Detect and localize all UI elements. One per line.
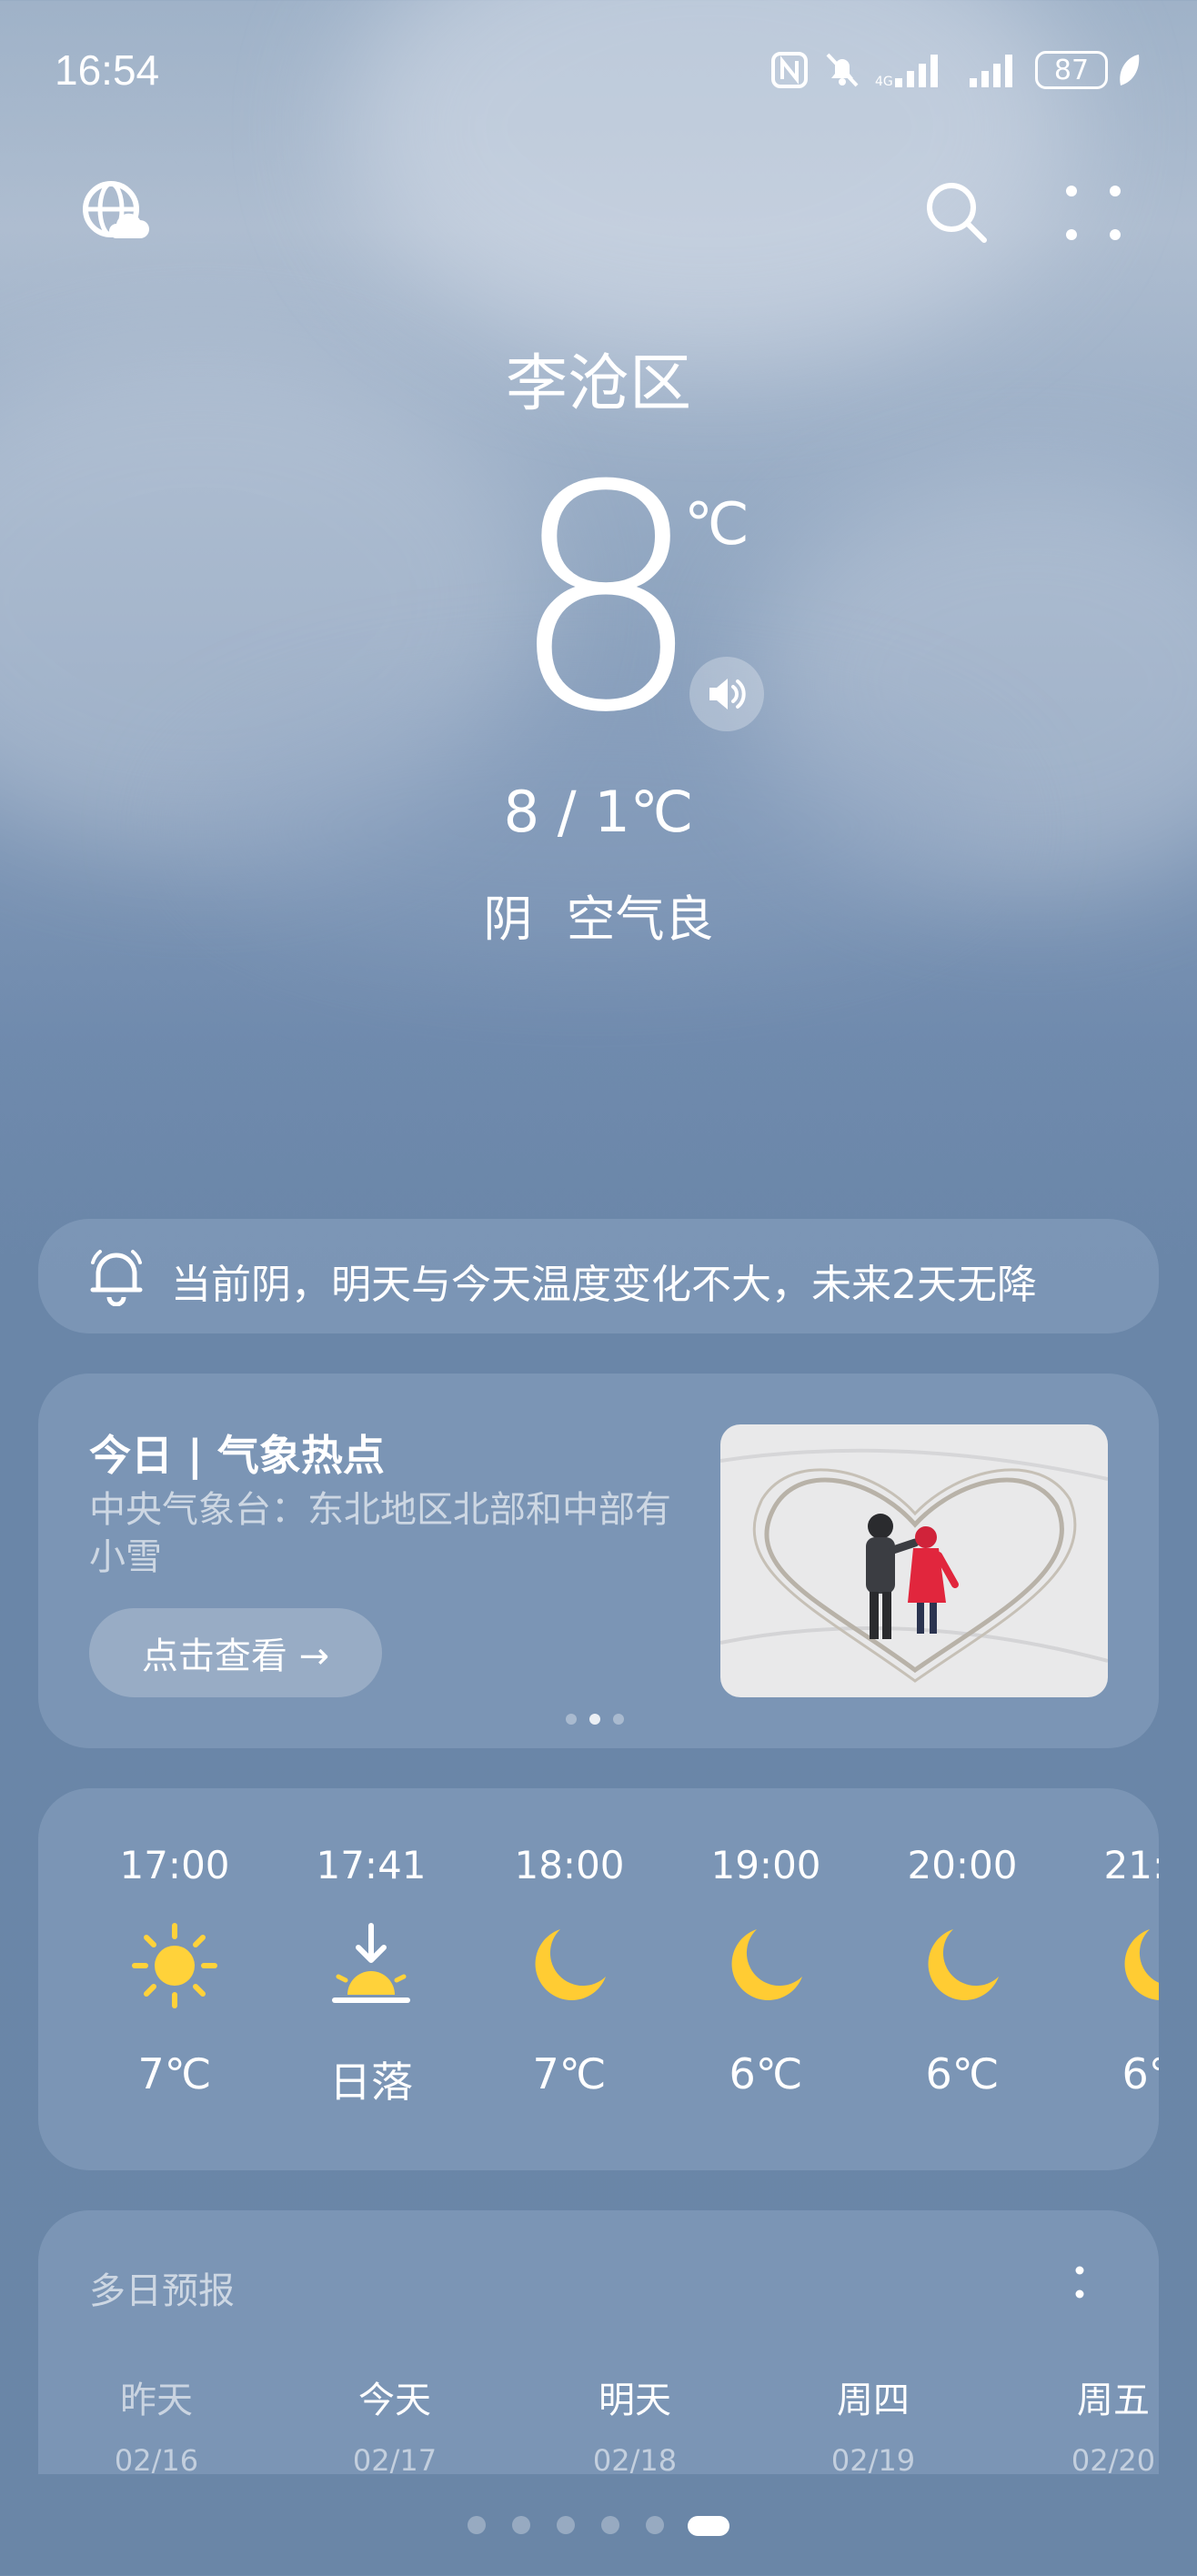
- hourly-item: 19:00 6℃: [675, 1843, 857, 2098]
- hour-time: 17:41: [316, 1843, 427, 1887]
- carousel-dot: [613, 1714, 624, 1725]
- hour-time: 17:00: [119, 1843, 230, 1887]
- mute-icon: [826, 53, 859, 87]
- hour-temperature: 6℃: [729, 2049, 803, 2098]
- weather-condition: 阴 空气良: [483, 891, 714, 948]
- bell-icon: [90, 1250, 143, 1306]
- day-name: 昨天: [120, 2380, 193, 2421]
- day-date: 02/20: [1071, 2443, 1156, 2474]
- hour-time: 20:00: [907, 1843, 1018, 1887]
- leaf-icon: [1120, 55, 1140, 86]
- battery-level: 87: [1053, 54, 1090, 86]
- daily-more-button[interactable]: [1066, 2258, 1093, 2312]
- hourly-item: 17:41 日落: [280, 1843, 462, 2109]
- temperature-range: 8 / 1℃: [503, 779, 694, 845]
- speaker-icon: [709, 679, 746, 709]
- nfc-icon: [771, 52, 808, 88]
- hourly-item: 20:00 6℃: [871, 1843, 1053, 2098]
- city-page-dot[interactable]: [512, 2516, 530, 2534]
- search-button[interactable]: [922, 178, 991, 247]
- signal-1-icon: 4G: [875, 55, 938, 89]
- temperature-unit: ℃: [684, 491, 749, 558]
- daily-item[interactable]: 明天 02/18: [544, 2370, 726, 2474]
- hourly-item: 17:00 7℃: [84, 1843, 266, 2098]
- city-page-dot[interactable]: [557, 2516, 575, 2534]
- globe-cloud-icon: [83, 181, 149, 238]
- day-name: 周五: [1077, 2380, 1150, 2421]
- moon-icon: [731, 1929, 802, 2000]
- battery-indicator: 87: [1035, 51, 1108, 89]
- day-date: 02/18: [592, 2443, 678, 2474]
- hour-temperature: 7℃: [137, 2049, 212, 2098]
- day-date: 02/19: [830, 2443, 916, 2474]
- hourly-item: 18:00 7℃: [478, 1843, 660, 2098]
- hour-time: 18:00: [514, 1843, 625, 1887]
- more-button[interactable]: [1059, 178, 1128, 247]
- status-time: 16:54: [55, 46, 160, 94]
- hour-time: 21:00: [1103, 1843, 1159, 1887]
- moon-icon: [1124, 1929, 1159, 2000]
- hour-time: 19:00: [710, 1843, 821, 1887]
- city-name: 李沧区: [505, 348, 691, 420]
- hourly-forecast-card[interactable]: 17:00 7℃ 17:41 日落 18:00 7℃ 19:00 6℃ 20:0…: [38, 1788, 1159, 2170]
- day-name: 明天: [598, 2380, 671, 2421]
- view-details-button[interactable]: 点击查看 →: [89, 1608, 382, 1697]
- city-page-dot[interactable]: [468, 2516, 486, 2534]
- city-page-dot[interactable]: [646, 2516, 664, 2534]
- daily-item[interactable]: 周五 02/20: [1022, 2370, 1159, 2474]
- search-icon: [927, 183, 987, 243]
- city-manage-button[interactable]: [80, 178, 149, 247]
- carousel-dot-active: [589, 1714, 600, 1725]
- day-name: 周四: [837, 2380, 910, 2421]
- hotspot-description: 中央气象台：东北地区北部和中部有小雪: [89, 1489, 671, 1578]
- voice-broadcast-button[interactable]: [689, 657, 764, 731]
- weather-hotspot-card[interactable]: 今日 | 气象热点 中央气象台：东北地区北部和中部有小雪 点击查看 →: [38, 1374, 1159, 1748]
- day-date: 02/16: [114, 2443, 199, 2474]
- sun-icon: [132, 1923, 217, 2008]
- hourly-item: 21:00 6℃: [1068, 1843, 1159, 2098]
- daily-forecast-card[interactable]: 多日预报 昨天 02/16 今天 02/17 明天 02/18 周四 02/19…: [38, 2210, 1159, 2474]
- sunset-label: 日落: [329, 2058, 413, 2107]
- moon-icon: [928, 1929, 999, 2000]
- hour-temperature: 6℃: [925, 2049, 1000, 2098]
- hotspot-title: 今日 | 气象热点: [89, 1431, 385, 1480]
- daily-item[interactable]: 昨天 02/16: [65, 2370, 247, 2474]
- hour-temperature: 7℃: [532, 2049, 607, 2098]
- daily-item[interactable]: 周四 02/19: [782, 2370, 964, 2474]
- daily-item[interactable]: 今天 02/17: [304, 2370, 486, 2474]
- view-details-label: 点击查看 →: [141, 1635, 330, 1677]
- city-page-dot[interactable]: [601, 2516, 619, 2534]
- moon-icon: [535, 1929, 606, 2000]
- forecast-alert-card[interactable]: 当前阴，明天与今天温度变化不大，未来2天无降: [38, 1219, 1159, 1333]
- svg-text:4G: 4G: [875, 75, 893, 89]
- hotspot-image[interactable]: [720, 1424, 1108, 1697]
- hour-temperature: 6℃: [1122, 2049, 1159, 2098]
- more-dots-icon: [1066, 186, 1121, 240]
- vertical-dots-icon: [1075, 2266, 1084, 2299]
- signal-2-icon: [970, 55, 1012, 87]
- sunset-icon: [332, 1923, 410, 2003]
- day-name: 今天: [358, 2380, 431, 2421]
- day-date: 02/17: [352, 2443, 438, 2474]
- carousel-dot: [566, 1714, 577, 1725]
- city-page-dot-active[interactable]: [688, 2516, 729, 2536]
- current-temperature: 8: [508, 420, 704, 780]
- alert-text: 当前阴，明天与今天温度变化不大，未来2天无降: [171, 1262, 1037, 1308]
- daily-forecast-title: 多日预报: [89, 2270, 235, 2312]
